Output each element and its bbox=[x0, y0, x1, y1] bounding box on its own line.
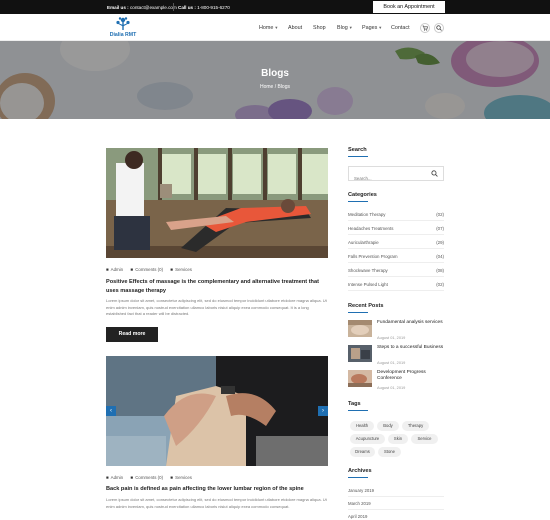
massage-photo bbox=[106, 148, 328, 258]
nav-contact[interactable]: Contact bbox=[391, 25, 410, 31]
chevron-left-icon: ‹ bbox=[110, 408, 112, 414]
folder-icon: ■ bbox=[170, 267, 173, 272]
recent-post-item[interactable]: Steps to a successful Business August 01… bbox=[348, 345, 448, 365]
recent-post-title[interactable]: Development Progress Conference bbox=[377, 370, 447, 383]
recent-post-title[interactable]: Steps to a successful Business bbox=[377, 345, 447, 351]
recent-post-title[interactable]: Fundamental analysis services bbox=[377, 320, 447, 326]
archive-item[interactable]: March 2019 bbox=[348, 497, 444, 510]
nav-shop[interactable]: Shop bbox=[313, 25, 326, 31]
cart-icon bbox=[422, 25, 428, 31]
recent-post-date: August 01, 2019 bbox=[377, 384, 406, 390]
post-meta: ■ Admin ■ Comments (0) ■ Services bbox=[106, 475, 198, 480]
user-icon: ■ bbox=[106, 267, 109, 272]
page-title: Blogs bbox=[261, 68, 289, 79]
hero-overlay bbox=[0, 41, 550, 119]
post-title[interactable]: Positive Effects of massage is the compl… bbox=[106, 278, 328, 295]
nav-pages[interactable]: Pages▼ bbox=[362, 25, 382, 31]
category-item[interactable]: Falls Prevention Program (04) bbox=[348, 249, 444, 263]
chevron-down-icon: ▼ bbox=[274, 24, 279, 30]
tag-item[interactable]: Body bbox=[377, 421, 399, 431]
tag-item[interactable]: Acupuncture bbox=[350, 434, 385, 444]
chevron-down-icon: ▼ bbox=[348, 24, 353, 30]
category-item[interactable]: Headaches Treatments (07) bbox=[348, 221, 444, 235]
recent-post-date: August 01, 2019 bbox=[377, 334, 406, 340]
read-more-button[interactable]: Read more bbox=[106, 327, 158, 342]
post-meta: ■ Admin ■ Comments (0) ■ Services bbox=[106, 267, 198, 272]
logo-text: Dialia RMT bbox=[109, 31, 137, 38]
post-excerpt: Lorem ipsum dolor sit amet, consectetur … bbox=[106, 497, 327, 509]
post-image[interactable]: ‹ › bbox=[106, 356, 328, 466]
book-appointment-button[interactable]: Book an Appointment bbox=[373, 1, 445, 13]
email-contact[interactable]: Email us : contact@example.com bbox=[107, 5, 177, 10]
post-category[interactable]: ■ Services bbox=[170, 267, 192, 272]
main-navbar: Dialia RMT Home▼ About Shop Blog▼ Pages▼… bbox=[0, 14, 550, 41]
title-underline bbox=[348, 312, 368, 313]
nav-blog[interactable]: Blog▼ bbox=[337, 25, 353, 31]
recent-post-date: August 01, 2019 bbox=[377, 359, 406, 365]
category-item[interactable]: Auricularthrapie (29) bbox=[348, 235, 444, 249]
archive-item[interactable]: January 2019 bbox=[348, 484, 444, 497]
user-icon: ■ bbox=[106, 475, 109, 480]
post-comments[interactable]: ■ Comments (0) bbox=[130, 475, 163, 480]
nav-about[interactable]: About bbox=[288, 25, 302, 31]
post-author[interactable]: ■ Admin bbox=[106, 267, 123, 272]
comment-icon: ■ bbox=[130, 267, 133, 272]
tag-item[interactable]: Therapy bbox=[402, 421, 429, 431]
recent-post-item[interactable]: Development Progress Conference August 0… bbox=[348, 370, 448, 390]
tag-item[interactable]: Health bbox=[350, 421, 374, 431]
recent-post-thumbnail[interactable] bbox=[348, 320, 372, 337]
chevron-down-icon: ▼ bbox=[378, 24, 383, 30]
divider bbox=[173, 3, 174, 11]
tags-widget-title: Tags bbox=[348, 401, 361, 407]
archives-widget-title: Archives bbox=[348, 468, 372, 474]
categories-widget-title: Categories bbox=[348, 192, 377, 198]
post-image[interactable] bbox=[106, 148, 328, 258]
folder-icon: ■ bbox=[170, 475, 173, 480]
tag-item[interactable]: Dreams bbox=[350, 447, 375, 457]
cart-button[interactable] bbox=[420, 23, 430, 33]
title-underline bbox=[348, 477, 368, 478]
site-logo[interactable]: Dialia RMT bbox=[105, 16, 141, 39]
tag-item[interactable]: Stone bbox=[378, 447, 401, 457]
post-author[interactable]: ■ Admin bbox=[106, 475, 123, 480]
sidebar-search bbox=[348, 166, 444, 185]
post-title[interactable]: Back pain is defined as pain affecting t… bbox=[106, 485, 328, 494]
post-excerpt: Lorem ipsum dolor sit amet, consectetur … bbox=[106, 298, 327, 317]
post-category[interactable]: ■ Services bbox=[170, 475, 192, 480]
search-widget-title: Search bbox=[348, 147, 367, 153]
search-toggle-button[interactable] bbox=[434, 23, 444, 33]
page-hero: Blogs Home / Blogs bbox=[0, 41, 550, 119]
search-icon bbox=[436, 25, 442, 31]
tag-item[interactable]: Skin bbox=[388, 434, 408, 444]
knee-pain-photo bbox=[106, 356, 328, 466]
category-item[interactable]: Meditation Therapy (02) bbox=[348, 207, 444, 221]
recent-posts-widget-title: Recent Posts bbox=[348, 303, 384, 309]
search-input[interactable] bbox=[349, 172, 429, 185]
phone-contact[interactable]: Call us : 1-800-915-6270 bbox=[178, 5, 230, 10]
recent-post-item[interactable]: Fundamental analysis services August 01,… bbox=[348, 320, 448, 340]
tag-item[interactable]: Service bbox=[411, 434, 438, 444]
category-item[interactable]: Intense Pulsed Light (02) bbox=[348, 277, 444, 291]
top-bar: Email us : contact@example.com Call us :… bbox=[0, 0, 550, 14]
prev-slide-button[interactable]: ‹ bbox=[106, 406, 116, 416]
search-icon[interactable] bbox=[431, 170, 438, 177]
title-underline bbox=[348, 410, 368, 411]
chevron-right-icon: › bbox=[322, 408, 324, 414]
next-slide-button[interactable]: › bbox=[318, 406, 328, 416]
breadcrumb[interactable]: Home / Blogs bbox=[0, 84, 550, 90]
nav-home[interactable]: Home▼ bbox=[259, 25, 278, 31]
recent-post-thumbnail[interactable] bbox=[348, 370, 372, 387]
category-item[interactable]: Shockwave Therapy (08) bbox=[348, 263, 444, 277]
logo-icon bbox=[116, 17, 130, 30]
recent-post-thumbnail[interactable] bbox=[348, 345, 372, 362]
post-comments[interactable]: ■ Comments (0) bbox=[130, 267, 163, 272]
archive-item[interactable]: April 2019 bbox=[348, 510, 444, 520]
comment-icon: ■ bbox=[130, 475, 133, 480]
title-underline bbox=[348, 201, 368, 202]
title-underline bbox=[348, 156, 368, 157]
